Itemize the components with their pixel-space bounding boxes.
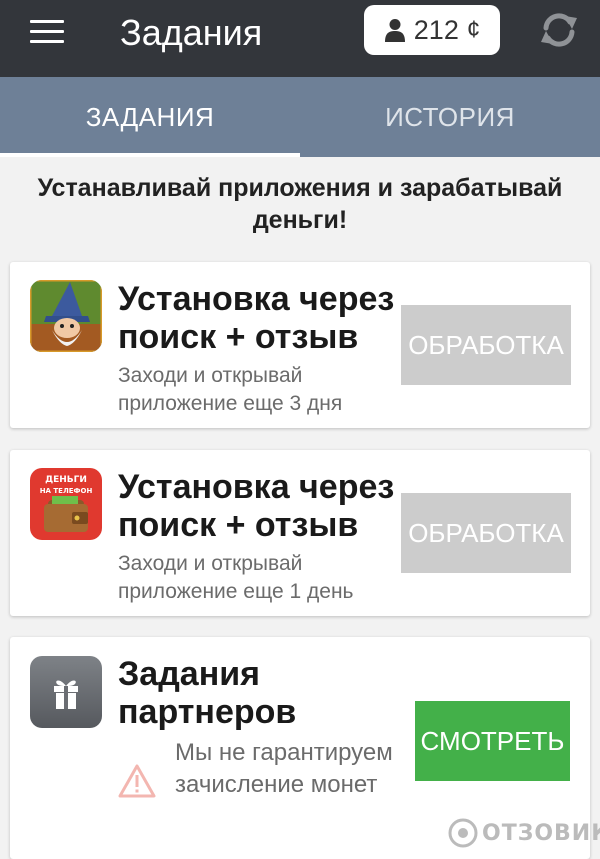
user-icon: [384, 19, 405, 42]
icon-label-line1: ДЕНЬГИ: [45, 475, 87, 485]
processing-button[interactable]: ОБРАБОТКА: [401, 493, 571, 573]
balance-value: 212: [413, 14, 459, 45]
watch-button[interactable]: СМОТРЕТЬ: [415, 701, 570, 781]
tab-bar: ЗАДАНИЯ ИСТОРИЯ: [0, 77, 600, 157]
task-subtitle: Заходи и открывай приложение еще 3 дня: [118, 364, 343, 415]
task-card[interactable]: Установка через поиск + отзыв Заходи и о…: [10, 262, 590, 428]
icon-label-line2: НА ТЕЛЕФОН: [40, 487, 93, 495]
currency-symbol: ¢: [466, 16, 481, 43]
processing-button[interactable]: ОБРАБОТКА: [401, 305, 571, 385]
gift-icon: [30, 656, 102, 728]
hamburger-menu-icon[interactable]: [30, 20, 64, 44]
tab-history[interactable]: ИСТОРИЯ: [300, 77, 600, 157]
app-bar: Задания 212 ¢: [0, 0, 600, 77]
otzovik-logo-icon: [448, 818, 478, 848]
task-subtitle: Заходи и открывай приложение еще 1 день: [118, 552, 354, 603]
coin-balance-badge[interactable]: 212 ¢: [364, 5, 500, 55]
tab-tasks[interactable]: ЗАДАНИЯ: [0, 77, 300, 157]
refresh-icon[interactable]: [537, 8, 581, 52]
task-title: Установка через поиск + отзыв: [118, 468, 395, 544]
page-title: Задания: [120, 12, 263, 53]
watermark-text: ОТЗОВИК: [482, 820, 600, 846]
partners-title: Задания партнеров: [118, 655, 297, 731]
money-wallet-app-icon: ДЕНЬГИ НА ТЕЛЕФОН: [30, 468, 102, 540]
wizard-game-icon: [30, 280, 102, 352]
otzovik-watermark: ОТЗОВИК: [448, 818, 600, 848]
active-tab-indicator: [0, 153, 300, 157]
task-title: Установка через поиск + отзыв: [118, 280, 395, 356]
task-card[interactable]: ДЕНЬГИ НА ТЕЛЕФОН Установка через поиск …: [10, 450, 590, 616]
warning-icon: [118, 764, 156, 798]
warning-text: Мы не гарантируем зачисление монет: [175, 739, 393, 798]
headline-text: Устанавливай приложения и зарабатывай де…: [37, 174, 563, 234]
